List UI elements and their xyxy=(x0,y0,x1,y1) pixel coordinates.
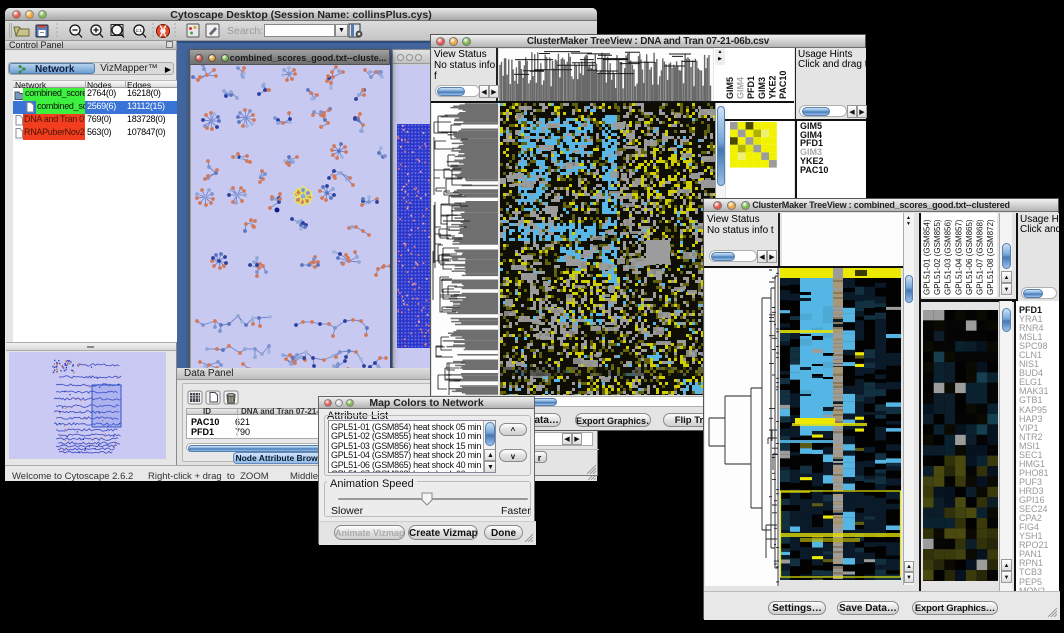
svg-text:YKE2: YKE2 xyxy=(767,75,777,99)
svg-text:GPL51-01 (GSM854): GPL51-01 (GSM854) xyxy=(923,219,932,295)
svg-text:GIM5: GIM5 xyxy=(725,77,735,99)
svg-text:1:1: 1:1 xyxy=(136,28,143,33)
svg-text:Search:: Search: xyxy=(227,25,263,37)
svg-text:GPL51-04 (GSM857): GPL51-04 (GSM857) xyxy=(954,219,963,295)
svg-text:GIM4: GIM4 xyxy=(736,77,746,99)
svg-text:GIM3: GIM3 xyxy=(757,77,767,99)
svg-text:GPL51-07 (GSM868): GPL51-07 (GSM868) xyxy=(976,219,985,295)
svg-text:PAC10: PAC10 xyxy=(778,71,788,99)
svg-text:GPL51-03 (GSM856): GPL51-03 (GSM856) xyxy=(944,219,953,295)
svg-text:GPL51-06 (GSM865): GPL51-06 (GSM865) xyxy=(965,219,974,295)
svg-text:GPL51-08 (GSM872): GPL51-08 (GSM872) xyxy=(986,219,995,295)
svg-text:GPL51-02 (GSM855): GPL51-02 (GSM855) xyxy=(933,219,942,295)
svg-text:PFD1: PFD1 xyxy=(746,76,756,99)
